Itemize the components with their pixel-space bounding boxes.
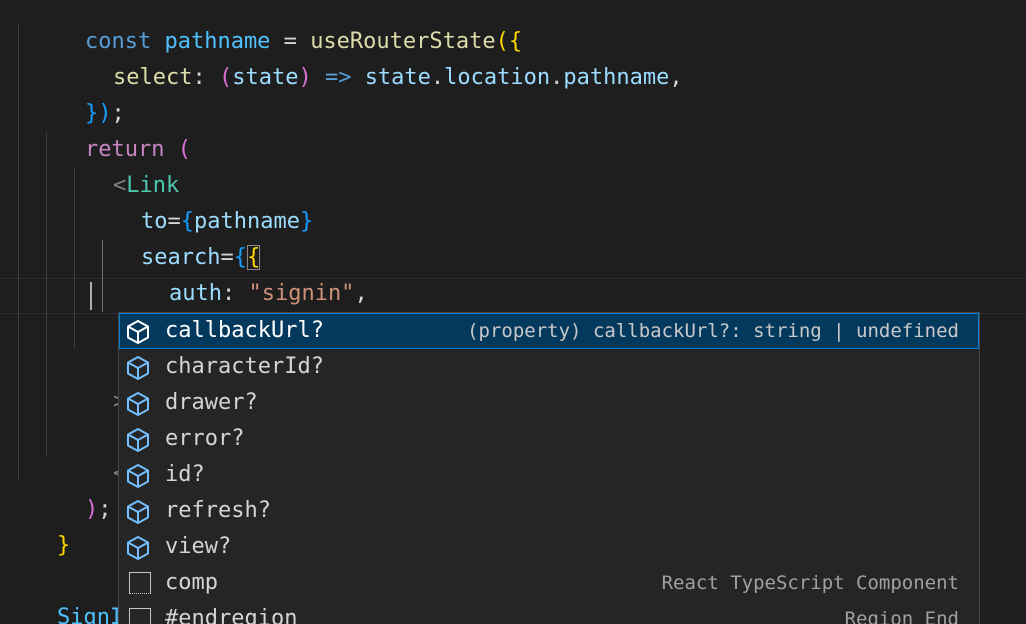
- text-cursor: [90, 282, 92, 310]
- suggestion-item[interactable]: #endregion Region End: [119, 601, 979, 624]
- property-icon: [127, 356, 149, 380]
- suggestion-detail: React TypeScript Component: [661, 572, 959, 594]
- suggestion-item[interactable]: characterId?: [119, 349, 979, 385]
- suggestion-label: view?: [165, 534, 232, 559]
- property-icon: [127, 464, 149, 488]
- suggestion-item[interactable]: refresh?: [119, 493, 979, 529]
- suggestion-label: callbackUrl?: [165, 318, 324, 343]
- suggestion-item[interactable]: view?: [119, 529, 979, 565]
- autocomplete-suggestions[interactable]: callbackUrl? (property) callbackUrl?: str…: [118, 312, 980, 624]
- property-icon: [127, 320, 149, 344]
- code-line: select: (state) => state.location.pathna…: [112, 65, 683, 90]
- code-line: }: [56, 533, 71, 558]
- suggestion-detail: Region End: [844, 608, 959, 624]
- suggestion-label: refresh?: [165, 498, 271, 523]
- suggestion-label: id?: [165, 462, 205, 487]
- code-line: search={{: [140, 245, 261, 270]
- code-line: });: [84, 101, 125, 126]
- suggestion-item[interactable]: drawer?: [119, 385, 979, 421]
- property-icon: [127, 536, 149, 560]
- code-line: return (: [84, 137, 191, 162]
- code-line: <Link: [112, 173, 180, 198]
- property-icon: [127, 428, 149, 452]
- code-line: );: [84, 497, 112, 522]
- suggestion-label: comp: [165, 570, 218, 595]
- indent-guide: [18, 24, 19, 480]
- snippet-icon: [129, 608, 151, 624]
- property-icon: [127, 392, 149, 416]
- suggestion-label: drawer?: [165, 390, 258, 415]
- suggestion-label: error?: [165, 426, 245, 451]
- code-line: auth: "signin",: [168, 281, 368, 306]
- property-icon: [127, 500, 149, 524]
- suggestion-item[interactable]: comp React TypeScript Component: [119, 565, 979, 601]
- suggestion-label: #endregion: [165, 606, 298, 624]
- snippet-icon: [129, 572, 151, 594]
- suggestion-label: characterId?: [165, 354, 324, 379]
- suggestion-item[interactable]: error?: [119, 421, 979, 457]
- suggestion-item[interactable]: id?: [119, 457, 979, 493]
- code-line: >: [60, 348, 126, 414]
- suggestion-item[interactable]: callbackUrl? (property) callbackUrl?: str…: [119, 313, 979, 349]
- code-line: to={pathname}: [140, 209, 314, 234]
- code-line: const pathname = useRouterState({: [84, 29, 523, 54]
- suggestion-detail: (property) callbackUrl?: string | undefi…: [467, 320, 959, 342]
